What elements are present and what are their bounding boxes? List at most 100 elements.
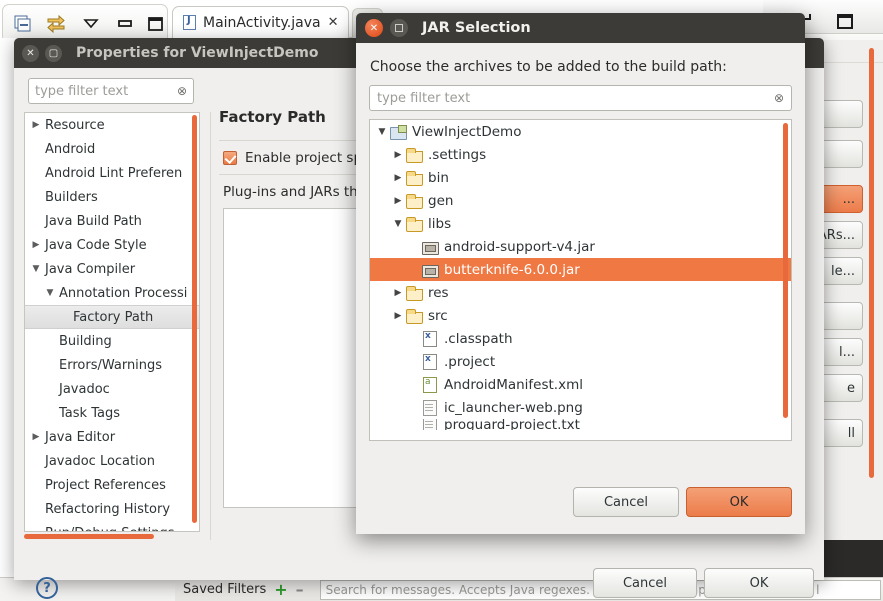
tab-close-icon[interactable]: ✕ (328, 15, 339, 30)
preferences-tree-item[interactable]: ▼ Annotation Processi (25, 281, 199, 305)
preferences-tree-item-label: Java Code Style (45, 237, 147, 253)
jar-tree-item-label: .classpath (444, 330, 513, 347)
jar-tree-item[interactable]: proguard-project.txt (370, 419, 791, 430)
jar-tree-item-label: bin (428, 169, 449, 186)
jar-dialog-title: JAR Selection (422, 20, 531, 36)
preferences-tree[interactable]: ▶ Resource Android Android Lint Preferen Bui… (24, 112, 200, 532)
help-icon[interactable]: ? (36, 577, 58, 599)
close-icon[interactable]: ✕ (22, 44, 39, 62)
collapse-all-icon[interactable] (13, 13, 35, 33)
jar-tree-item[interactable]: ▼ ViewInjectDemo (370, 120, 791, 143)
preferences-tree-item[interactable]: Run/Debug Settings (25, 521, 199, 532)
preferences-tree-item[interactable]: Task Tags (25, 401, 199, 425)
enable-project-specific-row[interactable]: Enable project spec (223, 150, 378, 166)
x-file-icon (422, 354, 439, 370)
jar-tree-item[interactable]: ▶ res (370, 281, 791, 304)
preferences-tree-item-label: Resource (45, 117, 105, 133)
preferences-tree-item-label: Android Lint Preferen (45, 165, 183, 181)
chevron-right-icon[interactable]: ▶ (390, 196, 406, 206)
jar-tree-item-label: ViewInjectDemo (412, 123, 522, 140)
jar-selection-dialog: ✕ JAR Selection Choose the archives to b… (356, 13, 805, 534)
preferences-tree-item[interactable]: Errors/Warnings (25, 353, 199, 377)
jar-tree-item[interactable]: android-support-v4.jar (370, 235, 791, 258)
chevron-right-icon[interactable]: ▶ (29, 432, 43, 442)
clear-filter-icon[interactable]: ⊗ (774, 91, 784, 105)
jar-selection-tree[interactable]: ▼ ViewInjectDemo ▶ .settings ▶ bin ▶ gen ▼ libs an… (369, 119, 792, 441)
clear-filter-icon[interactable]: ⊗ (177, 84, 187, 98)
xml-file-icon (422, 377, 439, 393)
jar-tree-item-label: .project (444, 353, 496, 370)
close-icon[interactable]: ✕ (365, 19, 383, 37)
preferences-tree-item[interactable]: Javadoc (25, 377, 199, 401)
jar-tree-item-label: src (428, 307, 448, 324)
jar-ok-button[interactable]: OK (686, 487, 792, 517)
link-with-editor-icon[interactable] (45, 13, 67, 34)
chevron-down-icon[interactable]: ▼ (390, 219, 406, 229)
jar-tree-item-label: .settings (428, 146, 487, 163)
view-minimize-icon[interactable] (115, 13, 137, 33)
jar-tree-item-label: android-support-v4.jar (444, 238, 595, 255)
tab-mainactivity-java[interactable]: MainActivity.java ✕ (172, 6, 350, 38)
factory-path-vertical-scrollbar[interactable] (869, 48, 874, 478)
chevron-right-icon[interactable]: ▶ (390, 173, 406, 183)
preferences-tree-item[interactable]: Builders (25, 185, 199, 209)
jar-tree-vertical-scrollbar[interactable] (783, 123, 788, 418)
jar-tree-item[interactable]: .project (370, 350, 791, 373)
jar-tree-item[interactable]: ▶ src (370, 304, 791, 327)
preferences-tree-item[interactable]: Android (25, 137, 199, 161)
jar-tree-item[interactable]: ▶ bin (370, 166, 791, 189)
preferences-tree-item-label: Refactoring History (45, 501, 171, 517)
jar-tree-item[interactable]: AndroidManifest.xml (370, 373, 791, 396)
preferences-tree-item-label: Run/Debug Settings (43, 526, 175, 532)
preferences-tree-item[interactable]: Javadoc Location (25, 449, 199, 473)
view-menu-icon[interactable] (81, 13, 103, 33)
jar-tree-item[interactable]: ▶ gen (370, 189, 791, 212)
preferences-tree-vertical-scrollbar[interactable] (192, 115, 197, 523)
preferences-tree-item[interactable]: ▼ Java Compiler (25, 257, 199, 281)
jar-icon (422, 263, 439, 278)
window-maximize-icon[interactable] (837, 14, 853, 29)
chevron-down-icon[interactable]: ▼ (374, 127, 390, 137)
chevron-right-icon[interactable]: ▶ (29, 120, 43, 130)
chevron-right-icon[interactable]: ▶ (390, 311, 406, 321)
preferences-tree-item-label: Java Build Path (45, 213, 142, 229)
plain-file-icon (422, 400, 439, 416)
jar-tree-item-label: AndroidManifest.xml (444, 376, 583, 393)
jar-tree-item[interactable]: butterknife-6.0.0.jar (370, 258, 791, 281)
preferences-tree-item-label: Errors/Warnings (59, 357, 163, 373)
chevron-down-icon[interactable]: ▼ (43, 288, 57, 298)
jar-tree-item-label: gen (428, 192, 454, 209)
properties-cancel-button[interactable]: Cancel (593, 568, 697, 598)
jar-dialog-prompt: Choose the archives to be added to the b… (370, 59, 727, 75)
jar-tree-item[interactable]: ▶ .settings (370, 143, 791, 166)
jar-tree-item[interactable]: .classpath (370, 327, 791, 350)
properties-ok-button[interactable]: OK (704, 568, 814, 598)
preferences-tree-item[interactable]: Factory Path (25, 305, 199, 329)
jar-tree-item[interactable]: ic_launcher-web.png (370, 396, 791, 419)
preferences-tree-item[interactable]: Building (25, 329, 199, 353)
folder-icon (406, 147, 423, 163)
chevron-right-icon[interactable]: ▶ (390, 150, 406, 160)
jar-tree-item[interactable]: ▼ libs (370, 212, 791, 235)
chevron-right-icon[interactable]: ▶ (29, 240, 43, 250)
maximize-icon[interactable] (390, 19, 408, 37)
jar-filter-input[interactable]: type filter text ⊗ (369, 85, 792, 111)
jar-cancel-button[interactable]: Cancel (573, 487, 679, 517)
properties-dialog-title: Properties for ViewInjectDemo (76, 45, 319, 61)
preferences-filter-input[interactable]: type filter text ⊗ (28, 78, 194, 104)
preferences-tree-item-label: Javadoc Location (45, 453, 155, 469)
preferences-tree-item[interactable]: ▶ Java Editor (25, 425, 199, 449)
preferences-tree-item[interactable]: ▶ Java Code Style (25, 233, 199, 257)
jar-tree-item-label: res (428, 284, 449, 301)
preferences-tree-horizontal-scrollbar[interactable] (24, 534, 154, 539)
maximize-icon[interactable]: ▢ (45, 44, 62, 62)
chevron-right-icon[interactable]: ▶ (390, 288, 406, 298)
preferences-tree-item[interactable]: Java Build Path (25, 209, 199, 233)
preferences-tree-item[interactable]: Refactoring History (25, 497, 199, 521)
view-maximize-icon[interactable] (145, 13, 167, 33)
enable-project-specific-checkbox[interactable] (223, 151, 237, 165)
preferences-tree-item[interactable]: Android Lint Preferen (25, 161, 199, 185)
chevron-down-icon[interactable]: ▼ (29, 264, 43, 274)
preferences-tree-item[interactable]: Project References (25, 473, 199, 497)
preferences-tree-item[interactable]: ▶ Resource (25, 113, 199, 137)
